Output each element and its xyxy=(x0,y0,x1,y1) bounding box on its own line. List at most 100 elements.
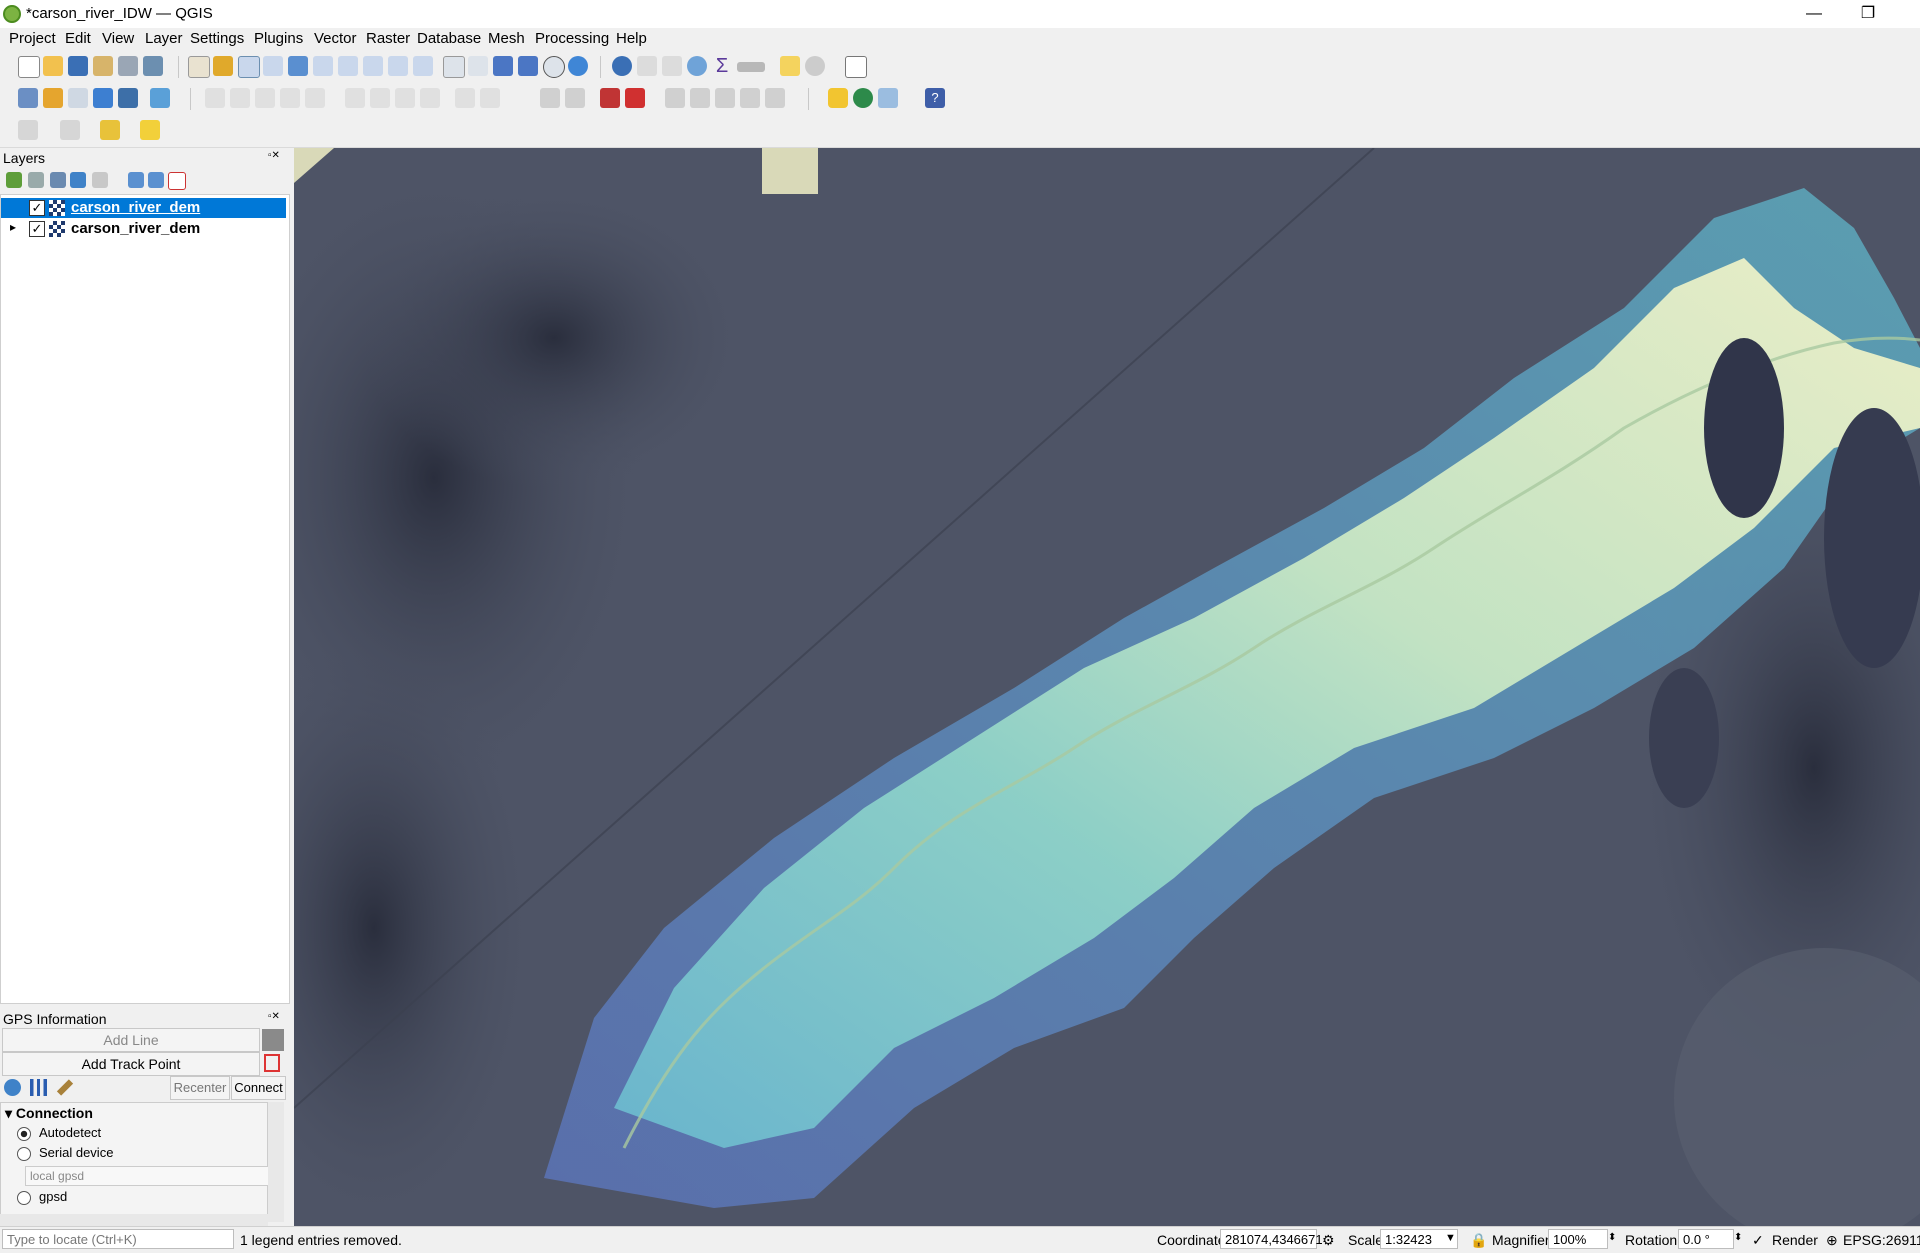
layer-visibility-checkbox[interactable]: ✓ xyxy=(29,200,45,216)
add-track-point-button[interactable]: Add Track Point xyxy=(2,1052,260,1076)
filter-legend-icon[interactable] xyxy=(70,172,86,188)
label-tool-icon[interactable] xyxy=(540,88,560,108)
remove-layer-icon[interactable] xyxy=(168,172,186,190)
bookmark-icon[interactable] xyxy=(493,56,513,76)
menu-plugins[interactable]: Plugins xyxy=(254,30,303,47)
refresh-icon[interactable] xyxy=(568,56,588,76)
select-location-icon[interactable] xyxy=(805,56,825,76)
gpsd-radio[interactable] xyxy=(17,1191,31,1205)
local-gpsd-field[interactable]: local gpsd xyxy=(25,1166,269,1186)
new-spatialite-icon[interactable] xyxy=(93,88,113,108)
save-as-icon[interactable] xyxy=(93,56,113,76)
restore-button[interactable]: ❐ xyxy=(1848,2,1888,26)
zoom-native-icon[interactable] xyxy=(363,56,383,76)
collapse-all-icon[interactable] xyxy=(148,172,164,188)
print-layout-icon[interactable] xyxy=(118,56,138,76)
pan-hand-icon[interactable] xyxy=(188,56,210,78)
map-tips-icon[interactable] xyxy=(780,56,800,76)
measure-icon[interactable] xyxy=(737,62,765,72)
deselect-all-icon[interactable] xyxy=(100,120,120,140)
new-virtual-layer-icon[interactable] xyxy=(118,88,138,108)
delete-trash-icon[interactable] xyxy=(264,1054,280,1072)
new-geopackage-icon[interactable] xyxy=(43,88,63,108)
zoom-in-icon[interactable] xyxy=(238,56,260,78)
magnifier-spinner-icon[interactable]: ⬍ xyxy=(1608,1232,1616,1243)
pin-labels-icon[interactable] xyxy=(565,88,585,108)
scale-dropdown-icon[interactable]: ▼ xyxy=(1445,1232,1456,1244)
layer-row[interactable]: ▸ ✓ carson_river_dem xyxy=(1,219,286,239)
signal-chart-icon[interactable] xyxy=(30,1079,47,1096)
zoom-full-icon[interactable] xyxy=(288,56,308,76)
cut-features-icon[interactable] xyxy=(370,88,390,108)
toggle-editing-icon[interactable] xyxy=(230,88,250,108)
crs-globe-icon[interactable]: ⊕ xyxy=(1826,1232,1838,1249)
autodetect-radio[interactable] xyxy=(17,1127,31,1141)
manage-themes-icon[interactable] xyxy=(50,172,66,188)
text-annotation-icon[interactable] xyxy=(845,56,867,78)
menu-vector[interactable]: Vector xyxy=(314,30,357,47)
crs-label[interactable]: EPSG:26911 xyxy=(1843,1232,1920,1248)
temporal-clock-icon[interactable] xyxy=(543,56,565,78)
expand-arrow-icon[interactable]: ▸ xyxy=(10,220,16,234)
label-diagram-icon[interactable] xyxy=(765,88,785,108)
menu-layer[interactable]: Layer xyxy=(145,30,183,47)
info-icon[interactable] xyxy=(4,1079,21,1096)
connection-section-header[interactable]: ▾ Connection xyxy=(5,1105,93,1122)
menu-edit[interactable]: Edit xyxy=(65,30,91,47)
statistics-sigma-icon[interactable]: Σ xyxy=(712,56,732,76)
identify-icon[interactable] xyxy=(612,56,632,76)
connect-button[interactable]: Connect xyxy=(231,1076,286,1100)
processing-gear-icon[interactable] xyxy=(687,56,707,76)
panel-float-close-icon[interactable]: ▫✕ xyxy=(268,1011,280,1022)
coordinate-field[interactable]: 281074,4346671 xyxy=(1220,1229,1323,1249)
track-color-swatch[interactable] xyxy=(262,1029,284,1051)
menu-raster[interactable]: Raster xyxy=(366,30,410,47)
menu-settings[interactable]: Settings xyxy=(190,30,244,47)
horizontal-scrollbar[interactable] xyxy=(0,1214,268,1226)
map-canvas[interactable] xyxy=(294,148,1920,1226)
add-feature-icon[interactable] xyxy=(280,88,300,108)
vertical-scrollbar[interactable] xyxy=(268,1102,284,1222)
scale-lock-icon[interactable]: 🔒 xyxy=(1470,1232,1487,1249)
data-source-manager-icon[interactable] xyxy=(18,88,38,108)
menu-project[interactable]: Project xyxy=(9,30,56,47)
menu-processing[interactable]: Processing xyxy=(535,30,609,47)
open-attribute-table-icon[interactable] xyxy=(637,56,657,76)
current-edits-icon[interactable] xyxy=(205,88,225,108)
plugin-globe-icon[interactable] xyxy=(853,88,873,108)
pan-to-selection-icon[interactable] xyxy=(213,56,233,76)
new-map-view-icon[interactable] xyxy=(443,56,465,78)
rotation-spinner-icon[interactable]: ⬍ xyxy=(1734,1232,1742,1243)
select-all-icon[interactable] xyxy=(140,120,160,140)
save-project-icon[interactable] xyxy=(68,56,88,76)
undo-icon[interactable] xyxy=(455,88,475,108)
select-features-icon[interactable] xyxy=(18,120,38,140)
change-label-icon[interactable] xyxy=(715,88,735,108)
filter-expression-icon[interactable] xyxy=(92,172,108,188)
zoom-out-icon[interactable] xyxy=(263,56,283,76)
python-console-icon[interactable] xyxy=(828,88,848,108)
recenter-button[interactable]: Recenter xyxy=(170,1076,230,1100)
show-labels-icon[interactable] xyxy=(600,88,620,108)
open-project-icon[interactable] xyxy=(43,56,63,76)
zoom-next-icon[interactable] xyxy=(413,56,433,76)
new-project-icon[interactable] xyxy=(18,56,40,78)
wrench-settings-icon[interactable] xyxy=(56,1079,74,1096)
highlight-pinned-icon[interactable] xyxy=(625,88,645,108)
style-manager-icon[interactable] xyxy=(143,56,163,76)
new-3d-view-icon[interactable] xyxy=(468,56,488,76)
layer-row-selected[interactable]: ✓ carson_river_dem xyxy=(1,198,286,218)
menu-view[interactable]: View xyxy=(102,30,134,47)
render-checkbox[interactable]: ✓ xyxy=(1752,1232,1764,1249)
show-hide-label-icon[interactable] xyxy=(740,88,760,108)
expand-all-icon[interactable] xyxy=(128,172,144,188)
redo-icon[interactable] xyxy=(480,88,500,108)
select-by-value-icon[interactable] xyxy=(60,120,80,140)
style-layer-icon[interactable] xyxy=(6,172,22,188)
copy-features-icon[interactable] xyxy=(395,88,415,108)
panel-float-close-icon[interactable]: ▫✕ xyxy=(268,150,280,161)
field-calculator-icon[interactable] xyxy=(662,56,682,76)
save-edits-icon[interactable] xyxy=(255,88,275,108)
toggle-extents-icon[interactable]: ⚙ xyxy=(1322,1232,1335,1249)
zoom-last-icon[interactable] xyxy=(388,56,408,76)
